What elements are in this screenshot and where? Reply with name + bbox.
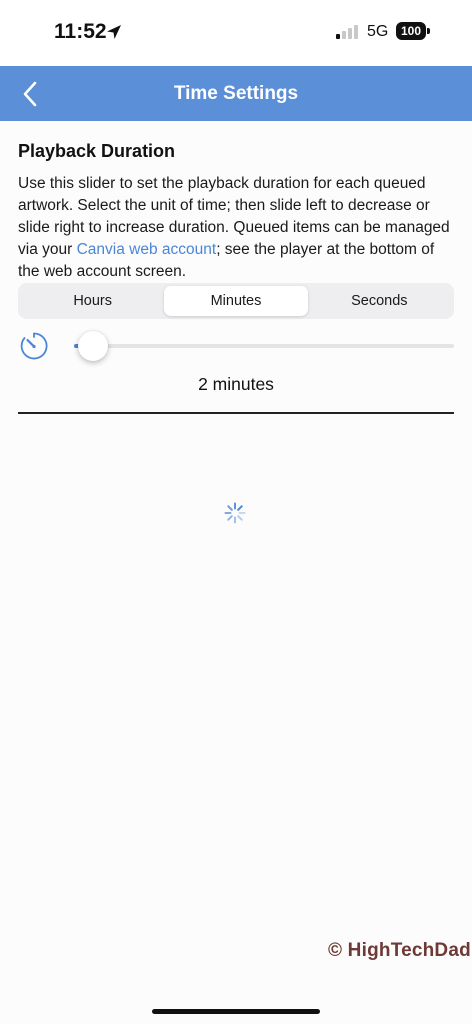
spinner-ray [227, 505, 233, 511]
section-title: Playback Duration [18, 141, 176, 161]
time-unit-segmented-control: Hours Minutes Seconds [18, 283, 454, 319]
spinner-ray [237, 515, 243, 521]
nav-bar: Time Settings [0, 66, 472, 121]
status-bar: 11:52 5G 100 [0, 0, 472, 66]
spinner-icon [224, 502, 246, 524]
page-title: Time Settings [173, 83, 299, 104]
segment-hours[interactable]: Hours [21, 286, 164, 316]
duration-slider[interactable] [74, 330, 454, 362]
timer-icon [20, 332, 48, 360]
back-button[interactable] [12, 76, 48, 112]
status-time: 11:52 [54, 20, 107, 43]
location-arrow-icon [107, 25, 121, 39]
segment-seconds[interactable]: Seconds [308, 286, 451, 316]
battery-cap [427, 28, 430, 34]
spinner-ray [237, 505, 243, 511]
slider-thumb[interactable] [78, 331, 108, 361]
watermark: © HighTechDad [328, 940, 471, 961]
canvia-web-account-link[interactable]: Canvia web account [77, 241, 217, 258]
battery-icon: 100 [396, 22, 430, 40]
home-indicator[interactable] [152, 1009, 320, 1014]
slider-track [74, 344, 454, 348]
spinner-ray [227, 515, 233, 521]
chevron-left-icon [23, 81, 37, 107]
description-text: Use this slider to set the playback dura… [18, 173, 458, 283]
segment-minutes[interactable]: Minutes [164, 286, 308, 316]
network-label: 5G [367, 23, 389, 40]
battery-level: 100 [396, 22, 426, 40]
divider [18, 412, 454, 414]
duration-value: 2 minutes [198, 374, 274, 394]
signal-icon [336, 25, 358, 39]
